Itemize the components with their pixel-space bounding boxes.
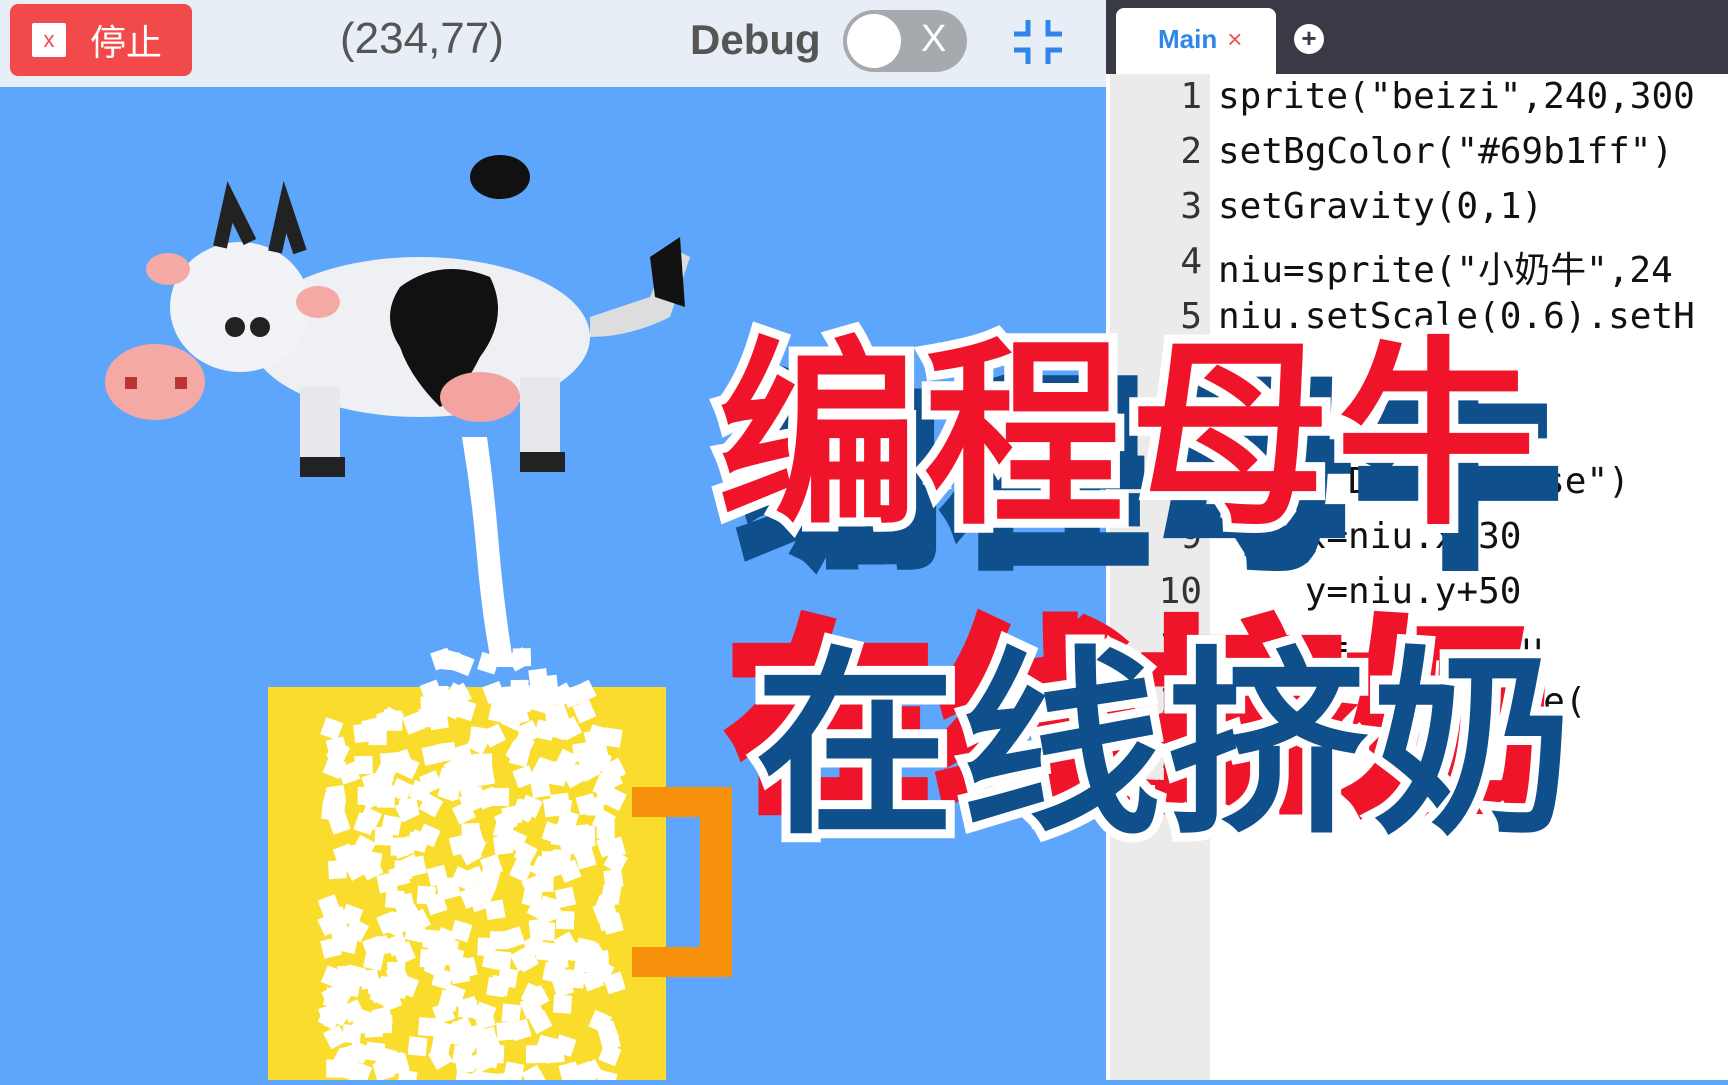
tab-label: Main xyxy=(1158,24,1218,54)
milk-drop xyxy=(512,648,532,667)
milk-drop xyxy=(380,814,402,836)
milk-drop xyxy=(490,787,510,807)
x-icon: X xyxy=(921,18,947,60)
milk-drop xyxy=(541,851,560,870)
tab-bar: Main × + xyxy=(1106,0,1728,74)
milk-drop xyxy=(398,797,420,819)
debug-toggle[interactable]: X xyxy=(843,10,967,72)
tab-main[interactable]: Main × xyxy=(1116,8,1276,74)
milk-drop xyxy=(326,1059,345,1078)
line-number: 3 xyxy=(1180,186,1202,227)
milk-drop xyxy=(590,950,610,970)
code-editor: Main × + 1 2 3 4 5 6 7 8 9 10 11 12 13 sprite("beizi"… xyxy=(1106,0,1728,1080)
milk-drop xyxy=(602,727,623,748)
milk-drop xyxy=(405,920,426,941)
milk-drop xyxy=(603,868,624,889)
code-line: y=niu.y+50 xyxy=(1218,571,1522,612)
milk-drop xyxy=(405,855,427,877)
milk-drop xyxy=(321,791,344,813)
milk-drop xyxy=(553,994,573,1014)
line-number: 12 xyxy=(1158,681,1202,722)
milk-stream xyxy=(462,437,514,667)
code-line: Down use") xyxy=(1218,461,1630,502)
milk-drop xyxy=(363,1018,384,1038)
collapse-icon[interactable] xyxy=(1012,18,1064,66)
stop-button[interactable]: x 停止 xyxy=(10,4,192,76)
milk-drop xyxy=(417,1017,438,1037)
line-number: 6 xyxy=(1180,351,1202,392)
stage-canvas xyxy=(105,155,732,1080)
milk-drop xyxy=(393,892,415,914)
line-number: 7 xyxy=(1180,406,1202,447)
code-line: m tro xyxy=(1218,351,1435,392)
cow-sprite xyxy=(105,155,690,477)
add-tab-button[interactable]: + xyxy=(1294,24,1324,54)
code-line: setGravity(0,1) xyxy=(1218,186,1544,227)
milk-drop xyxy=(420,695,440,715)
milk-drop xyxy=(497,967,519,989)
milk-drop xyxy=(491,950,512,971)
milk-drop xyxy=(440,695,461,716)
code-line: a= niu xyxy=(1218,626,1544,667)
mouse-coordinates: (234,77) xyxy=(340,14,504,63)
close-tab-icon[interactable]: × xyxy=(1227,24,1242,54)
line-number: 10 xyxy=(1158,571,1202,612)
milk-drop xyxy=(600,912,619,931)
milk-drop xyxy=(477,937,497,957)
code-line: x=niu.x+30 xyxy=(1218,516,1522,557)
toggle-knob xyxy=(847,14,901,68)
milk-drop xyxy=(427,945,447,966)
stage-toolbar: x 停止 (234,77) Debug X xyxy=(0,0,1106,87)
milk-drop xyxy=(461,823,481,842)
stop-label: 停止 xyxy=(90,22,163,63)
milk-drop xyxy=(585,797,604,816)
milk-drop xyxy=(525,1045,545,1064)
line-number: 4 xyxy=(1180,241,1202,282)
milk-drop xyxy=(530,777,551,799)
milk-drop xyxy=(510,693,531,715)
line-number-gutter: 1 2 3 4 5 6 7 8 9 10 11 12 13 xyxy=(1110,74,1210,1080)
close-icon: x xyxy=(32,23,66,57)
line-number: 9 xyxy=(1180,516,1202,557)
game-stage[interactable] xyxy=(0,87,1106,1080)
milk-drop xyxy=(551,797,573,818)
milk-drop xyxy=(465,1023,487,1046)
code-line: a Time( xyxy=(1218,681,1587,722)
milk-drop xyxy=(407,1036,428,1057)
milk-drop xyxy=(369,935,391,957)
line-number: 13 xyxy=(1158,736,1202,777)
milk-drop xyxy=(501,1003,522,1024)
code-line: niu.setScale(0.6).setH xyxy=(1218,296,1695,337)
line-number: 5 xyxy=(1180,296,1202,337)
milk-drop xyxy=(440,779,461,801)
line-number: 1 xyxy=(1180,76,1202,117)
code-line: niu=sprite("小奶牛",24 xyxy=(1218,250,1673,291)
line-number: 2 xyxy=(1180,131,1202,172)
debug-label: Debug xyxy=(690,16,821,63)
milk-drop xyxy=(340,976,361,998)
line-number: 8 xyxy=(1180,461,1202,502)
milk-drop xyxy=(521,886,543,908)
line-number: 11 xyxy=(1158,626,1202,667)
milk-drop xyxy=(496,1021,516,1041)
code-line: setBgColor("#69b1ff") xyxy=(1218,131,1674,172)
code-line: sprite("beizi",240,300 xyxy=(1218,76,1695,117)
milk-drop xyxy=(578,749,598,768)
milk-drop xyxy=(560,941,582,962)
milk-drop xyxy=(544,704,565,725)
milk-drop xyxy=(454,1053,476,1075)
